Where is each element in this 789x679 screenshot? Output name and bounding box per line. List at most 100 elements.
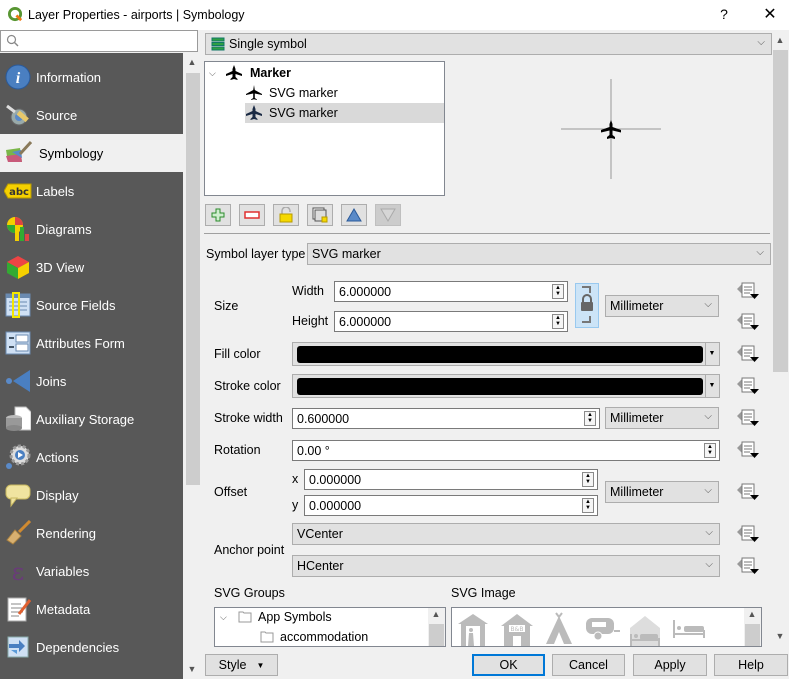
sidebar-item-display[interactable]: Display: [0, 476, 183, 514]
stroke-width-unit-combo[interactable]: Millimeter ⌵: [605, 407, 719, 429]
svg-group-app-symbols[interactable]: ⌵ App Symbols: [220, 610, 332, 624]
sidebar-item-actions[interactable]: Actions: [0, 438, 183, 476]
width-input[interactable]: [339, 284, 525, 299]
spinbox-arrows-icon[interactable]: ▲ ▼: [552, 284, 564, 299]
width-field[interactable]: ▲▼: [334, 281, 568, 302]
sidebar-scrollbar[interactable]: ▲ ▼: [183, 53, 200, 679]
symbol-layer-tree[interactable]: ⌵ Marker SVG marker SVG marker: [204, 61, 445, 196]
dropdown-arrow-icon[interactable]: ▼: [705, 343, 718, 365]
sidebar-item-source-fields[interactable]: Source Fields: [0, 286, 183, 324]
ok-button[interactable]: OK: [472, 654, 545, 676]
scroll-down-icon[interactable]: ▼: [774, 631, 786, 641]
scroll-up-icon[interactable]: ▲: [186, 57, 198, 67]
properties-scrollbar[interactable]: ▲ ▼: [772, 33, 789, 648]
lock-aspect-ratio-button[interactable]: [575, 283, 599, 328]
offset-unit-combo[interactable]: Millimeter ⌵: [605, 481, 719, 503]
scroll-up-icon[interactable]: ▲: [774, 35, 786, 45]
images-scroll-thumb[interactable]: [745, 624, 760, 646]
renderer-type-combo[interactable]: Single symbol ⌵: [205, 33, 772, 55]
alpine-hut-icon[interactable]: [456, 612, 490, 646]
data-defined-override-icon[interactable]: [736, 344, 760, 364]
spinbox-arrows-icon[interactable]: ▲ ▼: [552, 314, 564, 329]
offset-y-input[interactable]: [309, 498, 543, 513]
sidebar-item-information[interactable]: i Information: [0, 58, 183, 96]
height-input[interactable]: [339, 314, 525, 329]
svg-image-grid[interactable]: B&B ▲: [451, 607, 762, 647]
rotation-field[interactable]: ▲▼: [292, 440, 720, 461]
cancel-button[interactable]: Cancel: [552, 654, 625, 676]
vertical-anchor-combo[interactable]: VCenter ⌵: [292, 523, 720, 545]
horizontal-anchor-combo[interactable]: HCenter ⌵: [292, 555, 720, 577]
sidebar-item-diagrams[interactable]: Diagrams: [0, 210, 183, 248]
bed-and-breakfast-icon[interactable]: B&B: [500, 612, 534, 646]
data-defined-override-icon[interactable]: [736, 524, 760, 544]
move-layer-down-button[interactable]: [375, 204, 401, 226]
sidebar-item-metadata[interactable]: Metadata: [0, 590, 183, 628]
chalet-icon[interactable]: [628, 612, 662, 646]
sidebar-item-joins[interactable]: Joins: [0, 362, 183, 400]
sidebar-item-variables[interactable]: ε Variables: [0, 552, 183, 590]
tree-layer-svg-marker-1[interactable]: SVG marker: [245, 83, 338, 103]
help-button[interactable]: Help: [714, 654, 788, 676]
spinbox-arrows-icon[interactable]: ▲ ▼: [582, 472, 594, 487]
lock-layer-button[interactable]: [273, 204, 299, 226]
sidebar-item-attributes-form[interactable]: Attributes Form: [0, 324, 183, 362]
search-input[interactable]: [23, 32, 193, 50]
camping-icon[interactable]: [544, 612, 574, 646]
groups-scrollbar[interactable]: ▲: [428, 608, 445, 646]
sidebar-scroll-thumb[interactable]: [186, 73, 200, 485]
style-menu-button[interactable]: Style ▼: [205, 654, 278, 676]
offset-x-field[interactable]: ▲▼: [304, 469, 598, 490]
stroke-width-input[interactable]: [297, 411, 542, 426]
svg-groups-tree[interactable]: ⌵ App Symbols accommodation ▲: [214, 607, 446, 647]
scroll-down-icon[interactable]: ▼: [186, 664, 198, 674]
svg-group-accommodation[interactable]: accommodation: [260, 630, 368, 644]
data-defined-override-icon[interactable]: [736, 440, 760, 460]
height-field[interactable]: ▲▼: [334, 311, 568, 332]
hotel-icon[interactable]: [672, 618, 706, 640]
spinbox-arrows-icon[interactable]: ▲ ▼: [582, 498, 594, 513]
duplicate-layer-button[interactable]: [307, 204, 333, 226]
move-layer-up-button[interactable]: [341, 204, 367, 226]
properties-scroll-thumb[interactable]: [773, 50, 788, 372]
sidebar-item-labels[interactable]: abc Labels: [0, 172, 183, 210]
rotation-input[interactable]: [297, 443, 638, 458]
data-defined-override-icon[interactable]: [736, 408, 760, 428]
sidebar-item-auxiliary-storage[interactable]: Auxiliary Storage: [0, 400, 183, 438]
sidebar-item-rendering[interactable]: Rendering: [0, 514, 183, 552]
fill-color-button[interactable]: ▼: [292, 342, 720, 366]
images-scrollbar[interactable]: ▲: [744, 608, 761, 646]
tree-layer-svg-marker-2[interactable]: SVG marker: [245, 103, 444, 123]
tree-root-marker[interactable]: ⌵ Marker: [209, 63, 291, 83]
scroll-up-icon[interactable]: ▲: [746, 609, 758, 619]
data-defined-override-icon[interactable]: [736, 281, 760, 301]
dropdown-arrow-icon[interactable]: ▼: [705, 375, 718, 397]
sidebar-item-symbology[interactable]: Symbology: [0, 134, 183, 172]
symbol-layer-type-combo[interactable]: SVG marker ⌵: [307, 243, 771, 265]
size-unit-combo[interactable]: Millimeter ⌵: [605, 295, 719, 317]
expand-chevron-icon[interactable]: ⌵: [220, 612, 238, 623]
offset-x-input[interactable]: [309, 472, 543, 487]
offset-y-field[interactable]: ▲▼: [304, 495, 598, 516]
sidebar-item-dependencies[interactable]: Dependencies: [0, 628, 183, 666]
spinbox-arrows-icon[interactable]: ▲ ▼: [584, 411, 596, 426]
stroke-width-field[interactable]: ▲▼: [292, 408, 600, 429]
data-defined-override-icon[interactable]: [736, 556, 760, 576]
sidebar-item-3d-view[interactable]: 3D View: [0, 248, 183, 286]
data-defined-override-icon[interactable]: [736, 482, 760, 502]
groups-scroll-thumb[interactable]: [429, 624, 444, 646]
close-button[interactable]: ✕: [760, 4, 780, 24]
remove-symbol-layer-button[interactable]: [239, 204, 265, 226]
expand-chevron-icon[interactable]: ⌵: [209, 68, 225, 79]
sidebar-search[interactable]: [0, 30, 198, 52]
data-defined-override-icon[interactable]: [736, 312, 760, 332]
spinbox-arrows-icon[interactable]: ▲ ▼: [704, 443, 716, 458]
stroke-color-button[interactable]: ▼: [292, 374, 720, 398]
caravan-park-icon[interactable]: [584, 616, 620, 642]
help-title-button[interactable]: ?: [716, 6, 732, 22]
scroll-up-icon[interactable]: ▲: [430, 609, 442, 619]
sidebar-item-source[interactable]: Source: [0, 96, 183, 134]
data-defined-override-icon[interactable]: [736, 376, 760, 396]
add-symbol-layer-button[interactable]: [205, 204, 231, 226]
apply-button[interactable]: Apply: [633, 654, 707, 676]
